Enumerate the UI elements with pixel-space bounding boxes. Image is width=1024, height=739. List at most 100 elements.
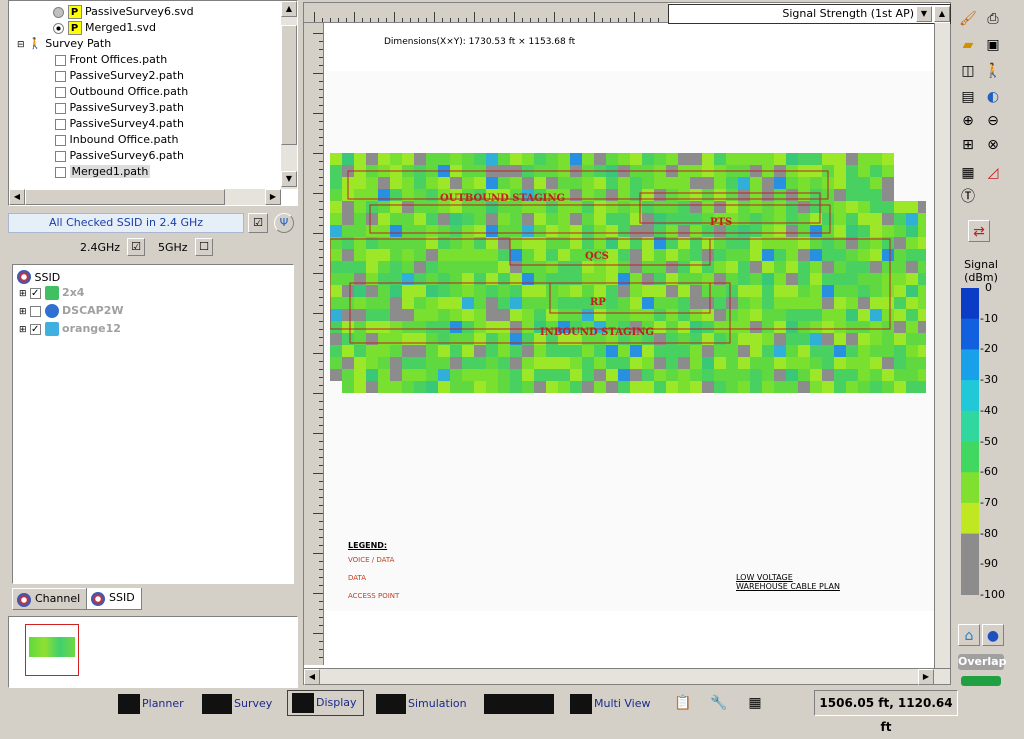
ruler-tick xyxy=(319,137,323,138)
disk-icon[interactable]: ▤ xyxy=(957,86,979,108)
scroll-right-arrow-icon[interactable]: ▶ xyxy=(918,669,934,685)
band-5ghz-toggle[interactable]: ☐ xyxy=(195,238,213,256)
tree-horizontal-scrollbar[interactable]: ◀ ▶ xyxy=(9,189,281,205)
planner-button[interactable]: Planner xyxy=(118,692,184,716)
expand-icon[interactable]: ⊞ xyxy=(19,325,27,335)
heatmap-cell xyxy=(822,297,834,309)
collapse-icon[interactable]: ⊟ xyxy=(17,40,25,50)
display-button[interactable]: Display xyxy=(287,690,364,716)
paint-icon[interactable]: 🖌 xyxy=(957,8,979,30)
scroll-up-arrow-icon[interactable]: ▲ xyxy=(934,6,950,22)
scroll-thumb[interactable] xyxy=(281,25,297,145)
ruler-tick xyxy=(319,545,323,546)
check-all-icon[interactable]: ☑ xyxy=(248,213,268,233)
simulation-button[interactable]: Simulation xyxy=(376,692,467,716)
dropdown-arrow-icon[interactable]: ▼ xyxy=(916,6,932,22)
overlap-button[interactable]: Overlap xyxy=(958,654,1006,670)
survey-path-item[interactable]: Front Offices.path xyxy=(55,52,167,68)
survey-path-group[interactable]: ⊟ 🚶 Survey Path xyxy=(17,36,111,52)
ssid-checkbox[interactable] xyxy=(30,322,42,338)
heatmap-cell xyxy=(774,345,786,357)
survey-radio[interactable] xyxy=(53,6,64,18)
survey-button[interactable]: Survey xyxy=(202,692,272,716)
open-folder-icon[interactable]: ▰ xyxy=(957,34,979,56)
tools-icon[interactable]: 🔧 xyxy=(708,692,730,714)
survey-path-item[interactable]: Merged1.path xyxy=(55,164,151,180)
tab-ssid[interactable]: SSID xyxy=(86,588,142,610)
ssid-root[interactable]: SSID xyxy=(17,267,60,284)
path-checkbox[interactable] xyxy=(55,150,66,162)
floor-plan[interactable]: OUTBOUND STAGING PTS QCS RP INBOUND STAGING … xyxy=(326,71,936,611)
hscroll-thumb[interactable] xyxy=(25,189,225,205)
print-icon[interactable]: ⎙ xyxy=(982,8,1004,30)
path-checkbox[interactable] xyxy=(55,102,66,114)
heatmap-cell xyxy=(750,201,762,213)
expand-icon[interactable]: ⊞ xyxy=(19,307,27,317)
ssid-item[interactable]: ⊞ DSCAP2W xyxy=(19,303,124,319)
walking-person-icon[interactable]: 🚶 xyxy=(982,60,1004,82)
tab-channel[interactable]: Channel xyxy=(12,588,88,610)
redacted-button[interactable] xyxy=(484,692,556,716)
text-icon[interactable]: Ⓣ xyxy=(957,186,979,208)
scroll-left-arrow-icon[interactable]: ◀ xyxy=(304,669,320,685)
scroll-up-arrow-icon[interactable]: ▲ xyxy=(281,1,297,17)
view-mode-select[interactable]: Signal Strength (1st AP) ▼ ▲ xyxy=(668,4,951,24)
overview-thumbnail[interactable] xyxy=(8,616,298,688)
heatmap-cell xyxy=(630,285,642,297)
heatmap-cell xyxy=(630,249,642,261)
heatmap-cell xyxy=(798,177,810,189)
path-checkbox[interactable] xyxy=(55,70,66,82)
ssid-checkbox[interactable] xyxy=(30,286,42,302)
tree-vertical-scrollbar[interactable]: ▲ ▼ xyxy=(281,1,297,189)
zoom-fit-icon[interactable]: ⊞ xyxy=(957,134,979,156)
ssid-item[interactable]: ⊞ orange12 xyxy=(19,321,121,338)
map-view[interactable]: Signal Strength (1st AP) ▼ ▲ Dimensions(… xyxy=(303,2,951,685)
heatmap-cell xyxy=(834,369,846,381)
survey-file-item[interactable]: P PassiveSurvey6.svd xyxy=(53,4,194,20)
survey-path-item[interactable]: Inbound Office.path xyxy=(55,132,178,148)
survey-path-item[interactable]: Outbound Office.path xyxy=(55,84,188,100)
path-checkbox[interactable] xyxy=(55,54,66,66)
map-vertical-scrollbar[interactable] xyxy=(934,23,950,669)
wifi-filter-icon[interactable]: Ψ xyxy=(274,213,294,233)
measure-icon[interactable]: ◿ xyxy=(982,162,1004,184)
refresh-icon[interactable]: ⇄ xyxy=(968,220,990,242)
heatmap-cell xyxy=(678,321,690,333)
survey-path-item[interactable]: PassiveSurvey2.path xyxy=(55,68,184,84)
home-icon[interactable]: ⌂ xyxy=(958,624,980,646)
multi-view-button[interactable]: Multi View xyxy=(570,692,651,716)
scale-band xyxy=(961,441,979,473)
survey-path-item[interactable]: PassiveSurvey4.path xyxy=(55,116,184,132)
ssid-checkbox[interactable] xyxy=(30,305,42,317)
path-checkbox[interactable] xyxy=(55,118,66,130)
heatmap-cell xyxy=(666,261,678,273)
table-icon[interactable]: ▦ xyxy=(957,162,979,184)
heatmap-cell xyxy=(834,189,846,201)
scroll-down-arrow-icon[interactable]: ▼ xyxy=(281,171,297,187)
ssid-item[interactable]: ⊞ 2x4 xyxy=(19,285,84,302)
dot-icon[interactable]: ● xyxy=(982,624,1004,646)
survey-file-item[interactable]: P Merged1.svd xyxy=(53,20,156,36)
zoom-reset-icon[interactable]: ⊗ xyxy=(982,134,1004,156)
moon-icon[interactable]: ◐ xyxy=(982,86,1004,108)
survey-path-item[interactable]: PassiveSurvey3.path xyxy=(55,100,184,116)
expand-icon[interactable]: ⊞ xyxy=(19,289,27,299)
calculator-icon[interactable]: ▦ xyxy=(744,692,766,714)
zoom-out-icon[interactable]: ⊖ xyxy=(982,110,1004,132)
scroll-left-arrow-icon[interactable]: ◀ xyxy=(9,189,25,205)
ap-icon[interactable]: ◫ xyxy=(957,60,979,82)
survey-path-item[interactable]: PassiveSurvey6.path xyxy=(55,148,184,164)
survey-radio[interactable] xyxy=(53,22,64,34)
status-indicator[interactable] xyxy=(961,676,1001,686)
zoom-in-icon[interactable]: ⊕ xyxy=(957,110,979,132)
path-checkbox[interactable] xyxy=(55,134,66,146)
path-checkbox[interactable] xyxy=(55,86,66,98)
thumbnail-viewport[interactable] xyxy=(25,624,79,676)
map-horizontal-scrollbar[interactable]: ◀ ▶ xyxy=(304,668,950,685)
path-checkbox[interactable] xyxy=(55,166,66,178)
band-24ghz-toggle[interactable]: ☑ xyxy=(127,238,145,256)
clipboard-icon[interactable]: 📋 xyxy=(672,692,694,714)
scroll-right-arrow-icon[interactable]: ▶ xyxy=(265,189,281,205)
heatmap-cell xyxy=(690,381,702,393)
save-icon[interactable]: ▣ xyxy=(982,34,1004,56)
